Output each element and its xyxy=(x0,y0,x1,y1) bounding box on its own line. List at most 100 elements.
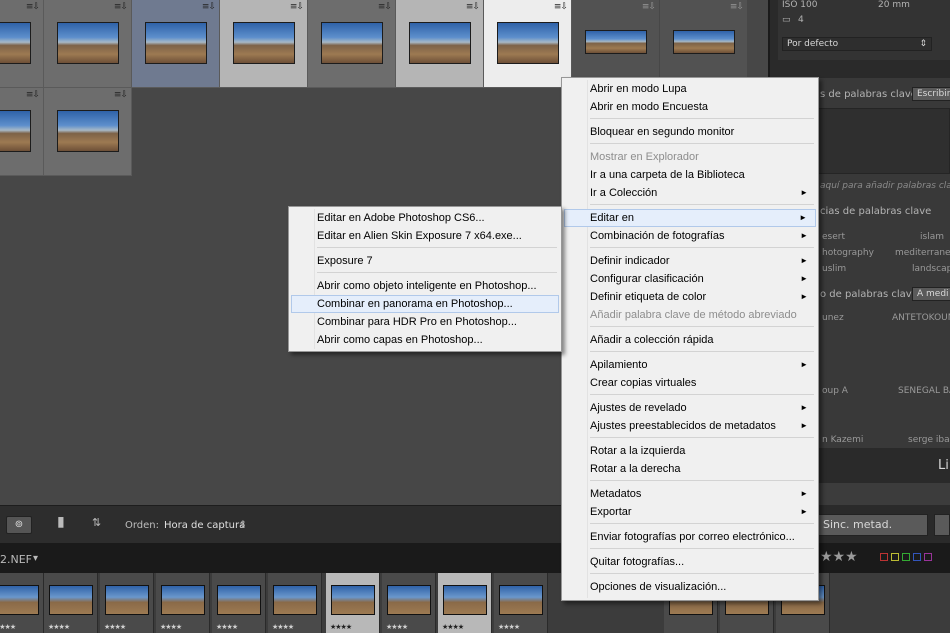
iso-value: ISO 100 xyxy=(782,0,818,10)
sync-settings-button[interactable] xyxy=(934,514,950,536)
filter-stars[interactable]: ★★★ xyxy=(820,549,858,565)
menu-item-open-loupe[interactable]: Abrir en modo Lupa xyxy=(564,80,816,98)
grid-cell[interactable]: ≡⇩ xyxy=(132,0,220,88)
sort-caret-icon[interactable]: ⇕ xyxy=(239,520,247,530)
submenu-item-merge-hdr-pro[interactable]: Combinar para HDR Pro en Photoshop... xyxy=(291,313,559,331)
menu-separator xyxy=(590,247,814,248)
filmstrip-cell[interactable]: ★★★★ xyxy=(268,573,322,633)
metadata-badge-icon: ≡⇩ xyxy=(113,2,128,12)
menu-item-goto-collection[interactable]: Ir a Colección ► xyxy=(564,184,816,202)
color-filter-yellow-icon[interactable] xyxy=(891,553,899,561)
grid-cell[interactable]: ≡⇩ xyxy=(484,0,572,88)
rating-stars: ★★★★ xyxy=(386,623,408,631)
filmstrip-cell[interactable]: ★★★★ xyxy=(156,573,210,633)
context-menu: Abrir en modo Lupa Abrir en modo Encuesta… xyxy=(561,77,819,601)
grid-cell[interactable]: ≡⇩ xyxy=(396,0,484,88)
suggest-keyword[interactable]: islam xyxy=(920,232,944,242)
grid-cell[interactable]: ≡⇩ xyxy=(660,0,748,88)
menu-item-add-quick-collection[interactable]: Añadir a colección rápida xyxy=(564,331,816,349)
filmstrip-thumbnail xyxy=(443,585,487,615)
menu-separator xyxy=(590,326,814,327)
filmstrip-cell[interactable]: ★★★★ xyxy=(438,573,492,633)
grid-cell[interactable]: ≡⇩ xyxy=(44,0,132,88)
set-keyword[interactable]: unez xyxy=(822,313,844,323)
preset-select[interactable]: Por defecto ⇕ xyxy=(782,37,932,51)
grid-cell[interactable]: ≡⇩ xyxy=(308,0,396,88)
menu-item-remove-photos[interactable]: Quitar fotografías... xyxy=(564,553,816,571)
submenu-item-exposure-7[interactable]: Exposure 7 xyxy=(291,252,559,270)
menu-item-create-virtual-copies[interactable]: Crear copias virtuales xyxy=(564,374,816,392)
submenu-item-edit-photoshop-cs6[interactable]: Editar en Adobe Photoshop CS6... xyxy=(291,209,559,227)
set-keyword[interactable]: n Kazemi xyxy=(822,435,863,445)
sort-direction-icon[interactable]: ⇅ xyxy=(92,516,101,529)
metadata-badge-icon: ≡⇩ xyxy=(553,2,568,12)
rating-stars: ★★★★ xyxy=(442,623,464,631)
photo-thumbnail xyxy=(585,30,647,54)
grid-cell[interactable]: ≡⇩ xyxy=(0,88,44,176)
menu-item-set-flag[interactable]: Definir indicador ► xyxy=(564,252,816,270)
menu-item-edit-in[interactable]: Editar en ► xyxy=(564,209,816,227)
menu-item-rotate-right[interactable]: Rotar a la derecha xyxy=(564,460,816,478)
keyword-enter-button[interactable]: Escribir xyxy=(912,87,950,101)
grid-cell[interactable]: ≡⇩ xyxy=(220,0,308,88)
menu-item-metadata[interactable]: Metadatos ► xyxy=(564,485,816,503)
menu-item-stacking[interactable]: Apilamiento ► xyxy=(564,356,816,374)
menu-item-set-color-label[interactable]: Definir etiqueta de color ► xyxy=(564,288,816,306)
sort-value[interactable]: Hora de captura xyxy=(164,520,245,531)
suggest-keyword[interactable]: hotography xyxy=(822,248,874,258)
suggest-keyword[interactable]: landscape xyxy=(912,264,950,274)
filmstrip-cell[interactable]: ★★★★ xyxy=(326,573,380,633)
submenu-item-open-as-layers[interactable]: Abrir como capas en Photoshop... xyxy=(291,331,559,349)
submenu-arrow-icon: ► xyxy=(800,292,808,301)
metadata-badge-icon: ≡⇩ xyxy=(377,2,392,12)
color-filter-red-icon[interactable] xyxy=(880,553,888,561)
submenu-item-open-smart-object[interactable]: Abrir como objeto inteligente en Photosh… xyxy=(291,277,559,295)
file-caret-icon[interactable]: ▾ xyxy=(33,553,38,564)
filmstrip-cell[interactable]: ★★★★ xyxy=(212,573,266,633)
color-filter-purple-icon[interactable] xyxy=(924,553,932,561)
menu-item-email-photos[interactable]: Enviar fotografías por correo electrónic… xyxy=(564,528,816,546)
keyword-tags-label: s de palabras clave xyxy=(820,89,917,100)
menu-item-goto-library-folder[interactable]: Ir a una carpeta de la Biblioteca xyxy=(564,166,816,184)
menu-item-rotate-left[interactable]: Rotar a la izquierda xyxy=(564,442,816,460)
keyword-textarea[interactable] xyxy=(818,108,950,174)
keyword-enter-label: Escribir xyxy=(917,89,950,99)
filmstrip-cell[interactable]: ★★★★ xyxy=(382,573,436,633)
color-filter-green-icon[interactable] xyxy=(902,553,910,561)
menu-separator xyxy=(590,118,814,119)
sync-metadata-button[interactable]: Sinc. metad. xyxy=(818,514,928,536)
keyword-set-select[interactable]: A medi xyxy=(912,287,950,301)
filmstrip-cell[interactable]: ★★★★ xyxy=(0,573,44,633)
grid-cell[interactable]: ≡⇩ xyxy=(44,88,132,176)
submenu-item-merge-panorama[interactable]: Combinar en panorama en Photoshop... xyxy=(291,295,559,313)
filmstrip-cell[interactable]: ★★★★ xyxy=(100,573,154,633)
spray-can-icon[interactable]: ▮ xyxy=(57,514,65,530)
menu-item-metadata-presets[interactable]: Ajustes preestablecidos de metadatos ► xyxy=(564,417,816,435)
menu-item-develop-settings[interactable]: Ajustes de revelado ► xyxy=(564,399,816,417)
menu-item-label: Editar en Adobe Photoshop CS6... xyxy=(317,212,485,224)
menu-item-lock-second-monitor[interactable]: Bloquear en segundo monitor xyxy=(564,123,816,141)
menu-separator xyxy=(317,272,557,273)
filmstrip-cell[interactable]: ★★★★ xyxy=(44,573,98,633)
photo-thumbnail xyxy=(145,22,207,64)
menu-item-view-options[interactable]: Opciones de visualización... xyxy=(564,578,816,596)
suggest-keyword[interactable]: mediterranean xyxy=(895,248,950,258)
painter-button[interactable]: ⊚ xyxy=(6,516,32,534)
menu-item-photo-merge[interactable]: Combinación de fotografías ► xyxy=(564,227,816,245)
set-keyword[interactable]: ANTETOKOUN xyxy=(892,313,950,323)
set-keyword[interactable]: serge ibaka xyxy=(908,435,950,445)
filmstrip-cell[interactable]: ★★★★ xyxy=(494,573,548,633)
suggest-keyword[interactable]: esert xyxy=(822,232,845,242)
menu-item-open-survey[interactable]: Abrir en modo Encuesta xyxy=(564,98,816,116)
suggest-keyword[interactable]: uslim xyxy=(822,264,846,274)
grid-cell[interactable]: ≡⇩ xyxy=(0,0,44,88)
set-keyword[interactable]: SENEGAL BA xyxy=(898,386,950,396)
menu-item-label: Editar en Alien Skin Exposure 7 x64.exe.… xyxy=(317,230,522,242)
menu-item-label: Definir etiqueta de color xyxy=(590,291,707,303)
menu-item-export[interactable]: Exportar ► xyxy=(564,503,816,521)
set-keyword[interactable]: oup A xyxy=(822,386,848,396)
grid-cell[interactable]: ≡⇩ xyxy=(572,0,660,88)
color-filter-blue-icon[interactable] xyxy=(913,553,921,561)
menu-item-set-rating[interactable]: Configurar clasificación ► xyxy=(564,270,816,288)
submenu-item-edit-alien-skin[interactable]: Editar en Alien Skin Exposure 7 x64.exe.… xyxy=(291,227,559,245)
